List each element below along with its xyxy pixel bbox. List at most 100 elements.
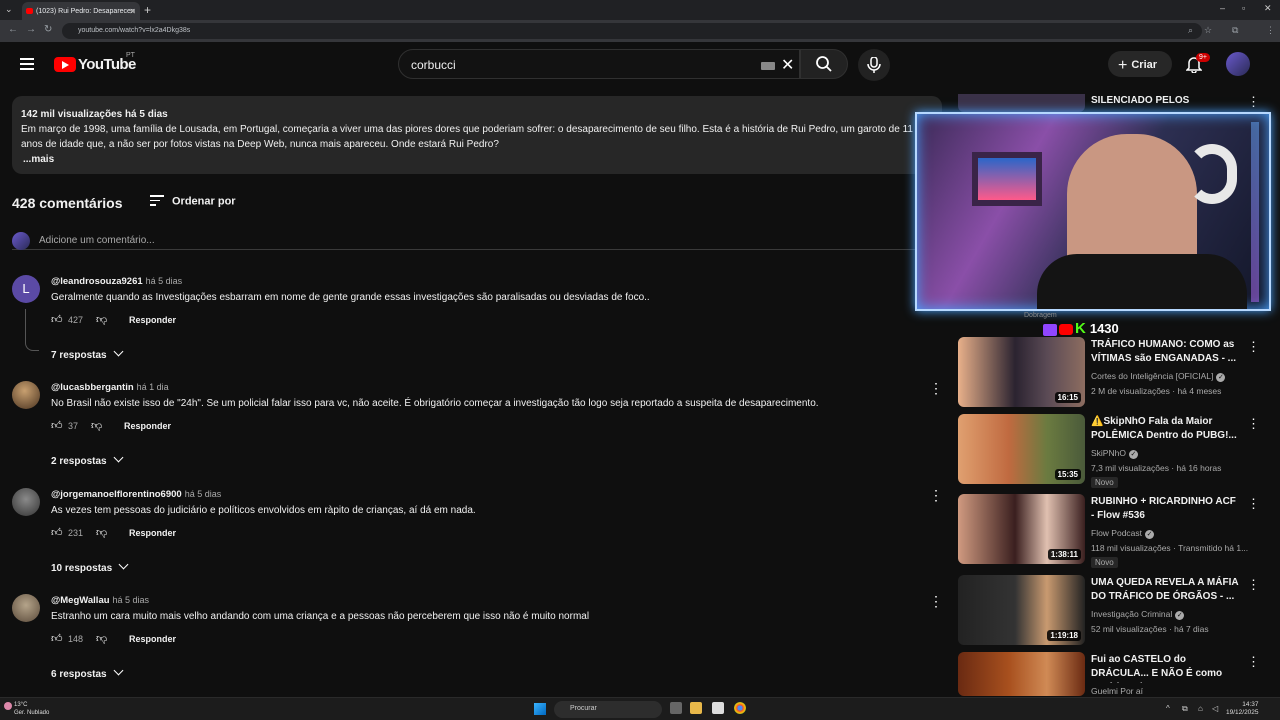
video-menu-icon[interactable]: ⋮	[1247, 577, 1260, 593]
address-bar[interactable]: youtube.com/watch?v=lx2a4Dkg38s	[62, 23, 1202, 39]
create-button[interactable]: + Criar	[1108, 51, 1172, 77]
youtube-logo[interactable]: YouTube PT	[54, 52, 136, 74]
commenter-avatar[interactable]	[12, 594, 40, 622]
replies-toggle[interactable]: 7 respostas	[51, 346, 124, 361]
weather-widget[interactable]: 13°C Ger. Nublado	[4, 701, 49, 717]
add-comment-box[interactable]: Adicione um comentário...	[12, 232, 942, 250]
commenter-avatar[interactable]	[12, 488, 40, 516]
video-menu-icon[interactable]: ⋮	[1247, 339, 1260, 355]
tray-chevron-icon[interactable]: ^	[1166, 704, 1170, 713]
light-strip	[1251, 122, 1259, 302]
forward-icon[interactable]: →	[26, 24, 36, 35]
sidebar-video[interactable]: 1:38:11 RUBINHO + RICARDINHO ACF - Flow …	[958, 494, 1260, 568]
video-thumbnail[interactable]: 1:38:11	[958, 494, 1085, 564]
comment-menu-icon[interactable]: ⋮	[929, 593, 943, 610]
maximize-icon[interactable]: ▫	[1242, 3, 1245, 13]
channel-name[interactable]: Flow Podcast	[1091, 528, 1142, 538]
comment-time[interactable]: há 5 dias	[113, 595, 150, 605]
windows-start-icon[interactable]	[534, 703, 546, 715]
close-tab-icon[interactable]: ✕	[129, 7, 136, 16]
minimize-icon[interactable]: –	[1220, 3, 1225, 13]
reply-button[interactable]: Responder	[129, 634, 176, 644]
clear-search-icon[interactable]: ✕	[781, 55, 794, 75]
viewer-count: 1430	[1089, 321, 1119, 336]
verified-icon: ✓	[1145, 530, 1155, 539]
network-icon[interactable]: ⌂	[1198, 704, 1203, 713]
commenter-handle[interactable]: @MegWallau	[51, 595, 110, 606]
comment-time[interactable]: há 5 dias	[146, 276, 183, 286]
dislike-icon[interactable]: 👎︎	[96, 313, 107, 326]
commenter-avatar[interactable]: L	[12, 275, 40, 303]
video-menu-icon[interactable]: ⋮	[1247, 416, 1260, 432]
account-avatar[interactable]	[1226, 52, 1250, 76]
video-thumbnail[interactable]: 15:35	[958, 414, 1085, 484]
commenter-handle[interactable]: @lucasbbergantin	[51, 382, 134, 393]
video-menu-icon[interactable]: ⋮	[1247, 496, 1260, 512]
new-tab-icon[interactable]: +	[144, 3, 151, 17]
search-input[interactable]: corbucci ✕	[398, 49, 800, 79]
store-icon[interactable]	[712, 702, 724, 714]
channel-name[interactable]: Investigação Criminal	[1091, 609, 1172, 619]
video-menu-icon[interactable]: ⋮	[1247, 94, 1260, 110]
sidebar-video[interactable]: 16:15 TRÁFICO HUMANO: COMO as VÍTIMAS sã…	[958, 337, 1260, 409]
close-window-icon[interactable]: ✕	[1264, 3, 1272, 14]
video-menu-icon[interactable]: ⋮	[1247, 654, 1258, 670]
sidebar-video[interactable]: 1:19:18 UMA QUEDA REVELA A MÁFIA DO TRÁF…	[958, 575, 1260, 647]
tray-apps-icon[interactable]: ⧉	[1182, 704, 1188, 714]
channel-name[interactable]: Guelmi Por aí	[1091, 686, 1143, 696]
sort-by-button[interactable]: Ordenar por	[150, 195, 236, 209]
commenter-handle[interactable]: @jorgemanoelflorentino6900	[51, 489, 182, 500]
file-explorer-icon[interactable]	[690, 702, 702, 714]
video-thumbnail[interactable]: 1:19:18	[958, 575, 1085, 645]
video-thumbnail[interactable]: 16:15	[958, 337, 1085, 407]
commenter-avatar[interactable]	[12, 381, 40, 409]
comment-menu-icon[interactable]: ⋮	[929, 380, 943, 397]
search-button[interactable]	[800, 49, 848, 79]
reload-icon[interactable]: ↻	[44, 24, 52, 35]
comment-menu-icon[interactable]: ⋮	[929, 487, 943, 504]
task-view-icon[interactable]	[670, 702, 682, 714]
chrome-icon[interactable]	[734, 702, 746, 714]
volume-icon[interactable]: ◁	[1212, 704, 1218, 713]
show-more-link[interactable]: ...mais	[21, 152, 933, 167]
menu-icon[interactable]	[20, 58, 34, 70]
taskbar-search-label: Procurar	[570, 705, 597, 712]
like-icon[interactable]: 👍︎	[51, 419, 63, 432]
like-icon[interactable]: 👍︎	[51, 632, 63, 645]
system-clock[interactable]: 14:37 19/12/2025	[1226, 701, 1259, 717]
extensions-icon[interactable]: ⧉	[1232, 25, 1238, 36]
voice-search-button[interactable]	[858, 49, 890, 81]
dislike-icon[interactable]: 👎︎	[91, 419, 102, 432]
reply-button[interactable]: Responder	[129, 528, 176, 538]
like-icon[interactable]: 👍︎	[51, 526, 63, 539]
comment-time[interactable]: há 5 dias	[185, 489, 222, 499]
dislike-icon[interactable]: 👎︎	[96, 526, 107, 539]
replies-toggle[interactable]: 6 respostas	[51, 665, 124, 680]
back-icon[interactable]: ←	[8, 24, 18, 35]
comment-thread: ⋮ @lucasbbergantin há 1 dia No Brasil não…	[0, 380, 945, 481]
keyboard-icon[interactable]	[761, 62, 775, 70]
replies-toggle[interactable]: 2 respostas	[51, 452, 124, 467]
video-description[interactable]: 142 mil visualizações há 5 dias Em março…	[12, 96, 942, 174]
sidebar-video[interactable]: Fui ao CASTELO do DRÁCULA... E NÃO É com…	[958, 652, 1258, 696]
tab-list-icon[interactable]: ⌄	[5, 4, 13, 15]
video-title: TRÁFICO HUMANO: COMO as VÍTIMAS são ENGA…	[1091, 339, 1237, 364]
channel-name[interactable]: Cortes do Inteligência [OFICIAL]	[1091, 371, 1213, 381]
reply-button[interactable]: Responder	[129, 315, 176, 325]
sidebar-video-title[interactable]: SILENCIADO PELOS	[1091, 95, 1189, 106]
dislike-icon[interactable]: 👎︎	[96, 632, 107, 645]
commenter-handle[interactable]: @leandrosouza9261	[51, 276, 143, 287]
taskbar-search[interactable]: Procurar	[554, 701, 662, 718]
reply-button[interactable]: Responder	[124, 421, 171, 431]
sidebar-thumbnail-partial[interactable]	[958, 94, 1085, 112]
browser-menu-icon[interactable]: ⋮	[1266, 25, 1275, 36]
replies-toggle[interactable]: 10 respostas	[51, 559, 129, 574]
comment-time[interactable]: há 1 dia	[137, 382, 169, 392]
video-thumbnail[interactable]	[958, 652, 1085, 696]
zoom-icon[interactable]: ⌕	[1188, 25, 1193, 36]
like-icon[interactable]: 👍︎	[51, 313, 63, 326]
bookmark-star-icon[interactable]: ☆	[1204, 25, 1212, 36]
channel-name[interactable]: SkiPNhO	[1091, 448, 1126, 458]
sidebar-video[interactable]: 15:35 ⚠️SkipNhO Fala da Maior POLÊMICA D…	[958, 414, 1260, 488]
browser-tab[interactable]: (1023) Rui Pedro: Desaparecen ✕	[22, 2, 140, 20]
